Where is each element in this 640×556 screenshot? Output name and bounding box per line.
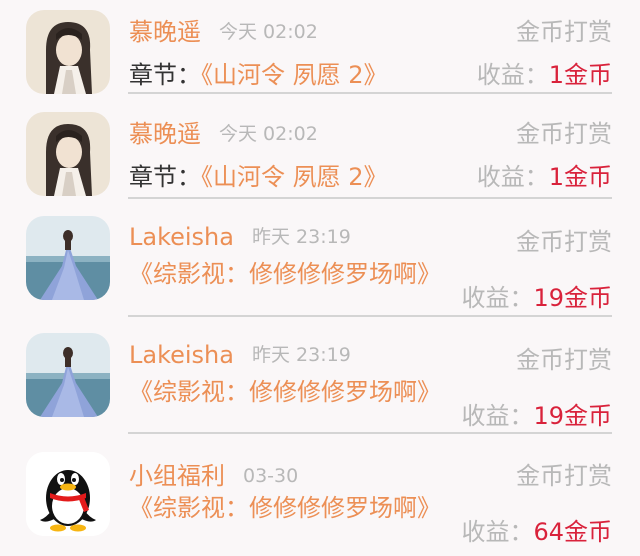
divider [128,92,612,94]
chapter-title[interactable]: 《山河令 夙愿 2》 [201,61,388,89]
earnings: 收益：19金币 [461,278,612,313]
earnings-label: 收益： [476,163,549,191]
reward-record-item[interactable]: 慕晚遥 今天 02:02 金币打赏 章节：《山河令 夙愿 2》 收益：1金币 [0,0,640,95]
user-avatar-blue-dress[interactable] [26,333,110,417]
reward-record-item[interactable]: 小组福利 03-30 金币打赏 《综影视：修修修修罗场啊》 收益：64金币 [0,446,640,556]
reward-type-label: 金币打赏 [516,228,612,256]
earnings: 收益：1金币 [477,157,612,192]
earnings: 收益：64金币 [461,512,612,547]
user-name[interactable]: Lakeisha [129,341,234,369]
chapter-label: 章节： [129,163,201,191]
record-time: 今天 02:02 [219,123,318,145]
record-time: 03-30 [243,465,299,487]
record-time: 今天 02:02 [219,21,318,43]
earnings: 收益：1金币 [477,55,612,90]
reward-record-item[interactable]: Lakeisha 昨天 23:19 金币打赏 《综影视：修修修修罗场啊》 收益：1… [0,210,640,322]
earnings-label: 收益： [461,284,534,312]
earnings-label: 收益： [476,61,549,89]
earnings-value: 64金币 [533,518,612,546]
earnings-value: 1金币 [548,163,612,191]
earnings-value: 19金币 [533,402,612,430]
record-time: 昨天 23:19 [251,344,351,366]
user-name[interactable]: 慕晚遥 [129,120,201,148]
book-title[interactable]: 《综影视：修修修修罗场啊》 [129,378,449,407]
divider [128,315,612,317]
user-name[interactable]: 慕晚遥 [129,18,201,46]
reward-type-label: 金币打赏 [516,120,612,148]
record-time: 昨天 23:19 [251,226,351,248]
book-title[interactable]: 《综影视：修修修修罗场啊》 [129,494,449,523]
chapter-row: 章节：《山河令 夙愿 2》 [129,55,388,90]
user-name[interactable]: 小组福利 [129,462,225,490]
earnings-value: 19金币 [533,284,612,312]
divider [128,432,612,434]
user-avatar-blue-dress[interactable] [26,216,110,300]
earnings-label: 收益： [461,402,534,430]
user-avatar-portrait[interactable] [26,112,110,196]
chapter-row: 章节：《山河令 夙愿 2》 [129,157,388,192]
reward-type-label: 金币打赏 [516,18,612,46]
reward-type-label: 金币打赏 [516,462,612,490]
reward-record-list: 慕晚遥 今天 02:02 金币打赏 章节：《山河令 夙愿 2》 收益：1金币 慕晚… [0,0,640,556]
divider [128,197,612,199]
user-avatar-portrait[interactable] [26,10,110,94]
earnings-label: 收益： [461,518,534,546]
reward-record-item[interactable]: Lakeisha 昨天 23:19 金币打赏 《综影视：修修修修罗场啊》 收益：1… [0,328,640,440]
earnings-value: 1金币 [548,61,612,89]
user-name[interactable]: Lakeisha [129,223,234,251]
user-avatar-qq-penguin[interactable] [26,452,110,536]
reward-record-item[interactable]: 慕晚遥 今天 02:02 金币打赏 章节：《山河令 夙愿 2》 收益：1金币 [0,102,640,199]
earnings: 收益：19金币 [461,396,612,431]
reward-type-label: 金币打赏 [516,346,612,374]
chapter-title[interactable]: 《山河令 夙愿 2》 [201,163,388,191]
chapter-label: 章节： [129,61,201,89]
book-title[interactable]: 《综影视：修修修修罗场啊》 [129,260,449,289]
